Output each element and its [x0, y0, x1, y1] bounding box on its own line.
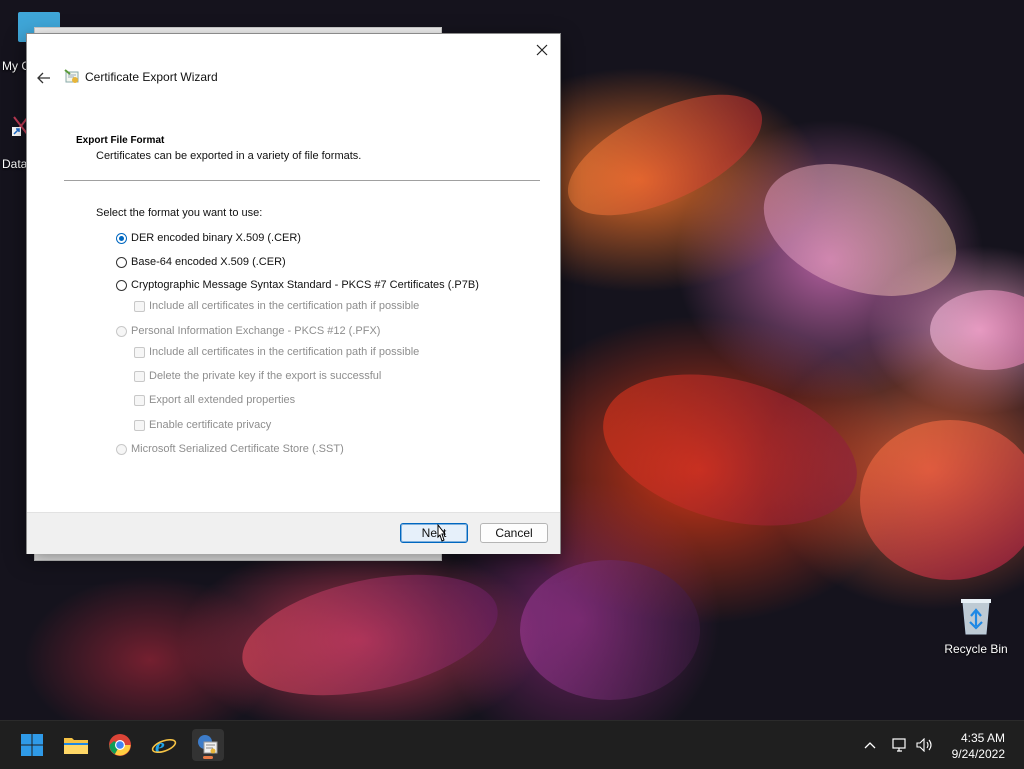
certificate-manager-button[interactable] [192, 729, 224, 761]
header-divider [64, 180, 540, 181]
chrome-button[interactable] [104, 729, 136, 761]
option-der-radio[interactable]: DER encoded binary X.509 (.CER) [116, 232, 301, 244]
option-pfx-include-all-checkbox[interactable]: Include all certificates in the certific… [134, 346, 419, 358]
clock-time: 4:35 AM [960, 731, 1005, 745]
data-shortcut-label: Data [2, 157, 28, 171]
certificate-manager-icon [198, 735, 218, 754]
network-icon [892, 738, 906, 752]
back-arrow-icon [37, 72, 50, 84]
taskbar-clock[interactable]: 4:35 AM 9/24/2022 [952, 730, 1005, 762]
checkbox[interactable] [134, 394, 145, 406]
option-label: Personal Information Exchange - PKCS #12… [131, 325, 381, 337]
back-button[interactable] [33, 67, 55, 89]
internet-explorer-icon: e [151, 733, 177, 757]
option-label: Cryptographic Message Syntax Standard - … [131, 279, 479, 291]
section-heading: Export File Format [76, 135, 165, 146]
wallpaper-ribbon [930, 290, 1024, 370]
active-app-indicator [203, 756, 213, 759]
radio-button[interactable] [116, 443, 127, 455]
file-explorer-icon [64, 738, 88, 754]
checkbox[interactable] [134, 300, 145, 312]
radio-button[interactable] [116, 232, 127, 244]
wallpaper-ribbon [550, 69, 780, 241]
option-export-extended-properties-checkbox[interactable]: Export all extended properties [134, 394, 295, 406]
dialog-titlebar: Certificate Export Wizard [27, 34, 560, 120]
close-icon [536, 44, 548, 56]
option-label: DER encoded binary X.509 (.CER) [131, 232, 301, 244]
option-pkcs7-include-all-checkbox[interactable]: Include all certificates in the certific… [134, 300, 419, 312]
option-pkcs7-radio[interactable]: Cryptographic Message Syntax Standard - … [116, 279, 479, 291]
recycle-bin-label: Recycle Bin [944, 642, 1008, 656]
taskbar: e 4:35 AM 9/24/2022 [0, 720, 1024, 769]
volume-button[interactable] [916, 738, 938, 752]
dialog-title: Certificate Export Wizard [85, 70, 218, 84]
file-explorer-button[interactable] [60, 729, 92, 761]
option-delete-private-key-checkbox[interactable]: Delete the private key if the export is … [134, 370, 381, 382]
option-label: Base-64 encoded X.509 (.CER) [131, 256, 286, 268]
wallpaper-ribbon [745, 139, 975, 321]
option-label: Include all certificates in the certific… [149, 346, 420, 358]
chrome-icon [109, 734, 131, 756]
wallpaper-ribbon [586, 348, 874, 552]
checkbox[interactable] [134, 346, 145, 358]
option-pfx-radio[interactable]: Personal Information Exchange - PKCS #12… [116, 325, 380, 337]
radio-button[interactable] [116, 325, 127, 337]
cancel-button[interactable]: Cancel [480, 523, 548, 543]
network-button[interactable] [892, 738, 916, 752]
radio-button[interactable] [116, 256, 127, 268]
radio-button[interactable] [116, 279, 127, 291]
certificate-export-wizard-dialog: Certificate Export Wizard Export File Fo… [26, 33, 561, 554]
option-label: Export all extended properties [149, 394, 296, 406]
close-button[interactable] [530, 38, 554, 62]
wallpaper-ribbon [520, 560, 700, 700]
checkbox[interactable] [134, 419, 145, 431]
recycle-bin-shortcut[interactable]: Recycle Bin [944, 596, 1008, 656]
option-label: Microsoft Serialized Certificate Store (… [131, 443, 344, 455]
wallpaper-ribbon [231, 554, 509, 716]
wallpaper-ribbon [860, 420, 1024, 580]
section-description: Certificates can be exported in a variet… [96, 150, 362, 162]
chevron-up-icon [864, 742, 876, 749]
recycle-bin-icon [959, 596, 993, 636]
system-tray [864, 721, 938, 769]
format-prompt: Select the format you want to use: [96, 207, 263, 219]
internet-explorer-button[interactable]: e [148, 729, 180, 761]
option-base64-radio[interactable]: Base-64 encoded X.509 (.CER) [116, 256, 286, 268]
option-label: Enable certificate privacy [149, 419, 272, 431]
clock-date: 9/24/2022 [951, 747, 1005, 761]
start-icon [21, 734, 43, 756]
start-button[interactable] [16, 729, 48, 761]
volume-icon [916, 738, 932, 752]
show-hidden-icons-button[interactable] [864, 741, 884, 749]
option-label: Include all certificates in the certific… [149, 300, 420, 312]
option-label: Delete the private key if the export is … [149, 370, 382, 382]
certificate-wizard-icon [63, 68, 81, 86]
option-sst-radio[interactable]: Microsoft Serialized Certificate Store (… [116, 443, 344, 455]
dialog-footer: Next Cancel [27, 512, 560, 554]
option-certificate-privacy-checkbox[interactable]: Enable certificate privacy [134, 419, 271, 431]
checkbox[interactable] [134, 370, 145, 382]
